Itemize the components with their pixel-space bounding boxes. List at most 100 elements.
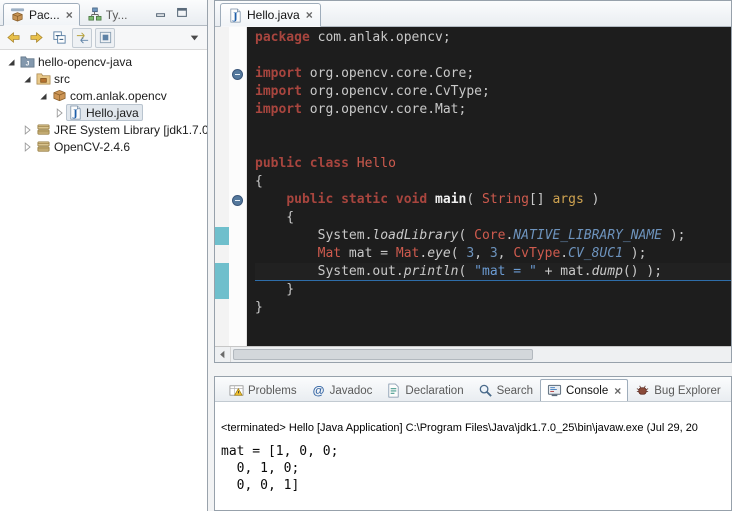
tree-item-inner: src xyxy=(34,70,74,87)
annotation-slot xyxy=(215,245,229,263)
forward-icon xyxy=(29,30,44,45)
minimize-button[interactable] xyxy=(154,5,168,24)
library-icon xyxy=(36,139,51,154)
collapse-marker-icon[interactable] xyxy=(232,69,243,80)
code-line: import org.opencv.core.CvType; xyxy=(255,83,731,101)
package-explorer-icon xyxy=(10,7,25,22)
tree-item-label: JRE System Library [jdk1.7.0_25] xyxy=(54,123,207,137)
explorer-toolbar xyxy=(0,26,207,50)
range-indicator xyxy=(215,281,229,299)
console-view: Problems@JavadocDeclarationSearchConsole… xyxy=(214,376,732,511)
package-explorer-view: Pac...× Ty... Jhello-opencv-java srccom.an… xyxy=(0,0,208,511)
focus-button[interactable] xyxy=(95,28,115,48)
expanded-icon[interactable] xyxy=(36,89,50,103)
tree-item-jre-system-library-jdk1-7-0-25[interactable]: JRE System Library [jdk1.7.0_25] xyxy=(0,121,207,138)
close-icon[interactable]: × xyxy=(66,9,73,21)
fold-slot xyxy=(229,65,246,83)
editor-area: J Hello.java × package com.anlak.opencv;… xyxy=(214,0,732,363)
maximize-icon xyxy=(175,5,189,19)
forward-button[interactable] xyxy=(26,28,46,48)
code-area[interactable]: package com.anlak.opencv;import org.open… xyxy=(247,27,731,346)
java-file-icon: J xyxy=(68,105,83,120)
collapse-all-icon xyxy=(52,30,67,45)
link-editor-button[interactable] xyxy=(72,28,92,48)
link-editor-icon xyxy=(75,30,90,45)
console-tab-problems[interactable]: Problems xyxy=(222,379,304,402)
close-icon[interactable]: × xyxy=(306,9,313,21)
expanded-icon[interactable] xyxy=(4,55,18,69)
code-line: System.out.println( "mat = " + mat.dump(… xyxy=(255,263,731,281)
console-output-line: 0, 0, 1] xyxy=(221,477,727,494)
bug-icon xyxy=(635,383,650,398)
maximize-button[interactable] xyxy=(175,5,189,24)
console-tab-console[interactable]: Console× xyxy=(540,379,628,402)
tab-label: Ty... xyxy=(106,8,128,22)
explorer-tab-pac[interactable]: Pac...× xyxy=(3,3,80,26)
scroll-left-button[interactable] xyxy=(215,347,231,362)
console-tab-bug[interactable]: Bug xyxy=(728,379,731,402)
tree-item-label: Hello.java xyxy=(86,106,139,120)
svg-text:J: J xyxy=(232,11,238,22)
collapsed-icon[interactable] xyxy=(20,123,34,137)
tree-item-inner: JRE System Library [jdk1.7.0_25] xyxy=(34,121,207,138)
tree-item-com-anlak-opencv[interactable]: com.anlak.opencv xyxy=(0,87,207,104)
fold-slot xyxy=(229,227,246,245)
scrollbar-thumb[interactable] xyxy=(233,349,533,360)
view-window-buttons xyxy=(154,5,189,24)
tree-item-inner: Jhello-opencv-java xyxy=(18,53,136,70)
console-tab-strip: Problems@JavadocDeclarationSearchConsole… xyxy=(215,377,731,402)
console-tab-javadoc[interactable]: @Javadoc xyxy=(304,379,380,402)
tree-item-label: src xyxy=(54,72,70,86)
tree-item-opencv-2-4-6[interactable]: OpenCV-2.4.6 xyxy=(0,138,207,155)
annotation-slot xyxy=(215,47,229,65)
annotation-slot xyxy=(215,173,229,191)
view-menu-button[interactable] xyxy=(184,28,204,48)
svg-text:J: J xyxy=(26,61,30,68)
annotation-slot xyxy=(215,191,229,209)
code-line: public class Hello xyxy=(255,155,731,173)
fold-ruler[interactable] xyxy=(229,27,247,346)
fold-slot xyxy=(229,191,246,209)
explorer-tab-strip: Pac...× Ty... xyxy=(3,0,134,25)
back-button[interactable] xyxy=(3,28,23,48)
focus-icon xyxy=(98,30,113,45)
search-icon xyxy=(478,383,493,398)
expanded-icon[interactable] xyxy=(20,72,34,86)
close-icon[interactable]: × xyxy=(614,385,621,397)
console-output-line: mat = [1, 0, 0; xyxy=(221,443,727,460)
fold-slot xyxy=(229,155,246,173)
tree-item-inner: com.anlak.opencv xyxy=(50,87,171,104)
annotation-slot xyxy=(215,299,229,317)
explorer-tab-ty[interactable]: Ty... xyxy=(80,3,135,26)
src-folder-icon xyxy=(36,71,51,86)
tree-item-hello-java[interactable]: JHello.java xyxy=(0,104,207,121)
collapsed-icon[interactable] xyxy=(20,140,34,154)
declaration-icon xyxy=(386,383,401,398)
javadoc-icon: @ xyxy=(311,383,326,398)
code-editor[interactable]: package com.anlak.opencv;import org.open… xyxy=(215,27,731,346)
problems-icon xyxy=(229,383,244,398)
annotation-ruler[interactable] xyxy=(215,27,229,346)
annotation-slot xyxy=(215,65,229,83)
console-tab-declaration[interactable]: Declaration xyxy=(379,379,470,402)
tree-item-src[interactable]: src xyxy=(0,70,207,87)
range-indicator xyxy=(215,263,229,281)
code-line: System.loadLibrary( Core.NATIVE_LIBRARY_… xyxy=(255,227,731,245)
horizontal-scrollbar[interactable] xyxy=(215,346,731,362)
annotation-slot xyxy=(215,119,229,137)
annotation-slot xyxy=(215,137,229,155)
collapse-marker-icon[interactable] xyxy=(232,195,243,206)
collapsed-icon[interactable] xyxy=(52,106,66,120)
tree-item-label: com.anlak.opencv xyxy=(70,89,167,103)
tree-item-inner: JHello.java xyxy=(66,104,143,121)
range-indicator xyxy=(215,227,229,245)
console-tab-search[interactable]: Search xyxy=(471,379,540,402)
minimize-icon xyxy=(154,5,168,19)
project-tree: Jhello-opencv-javasrccom.anlak.opencvJHe… xyxy=(0,50,207,155)
code-line: { xyxy=(255,173,731,191)
code-line: public static void main( String[] args ) xyxy=(255,191,731,209)
tree-item-hello-opencv-java[interactable]: Jhello-opencv-java xyxy=(0,53,207,70)
editor-tab-hello-java[interactable]: J Hello.java × xyxy=(220,3,321,27)
console-tab-bug-explorer[interactable]: Bug Explorer xyxy=(628,379,727,402)
collapse-all-button[interactable] xyxy=(49,28,69,48)
